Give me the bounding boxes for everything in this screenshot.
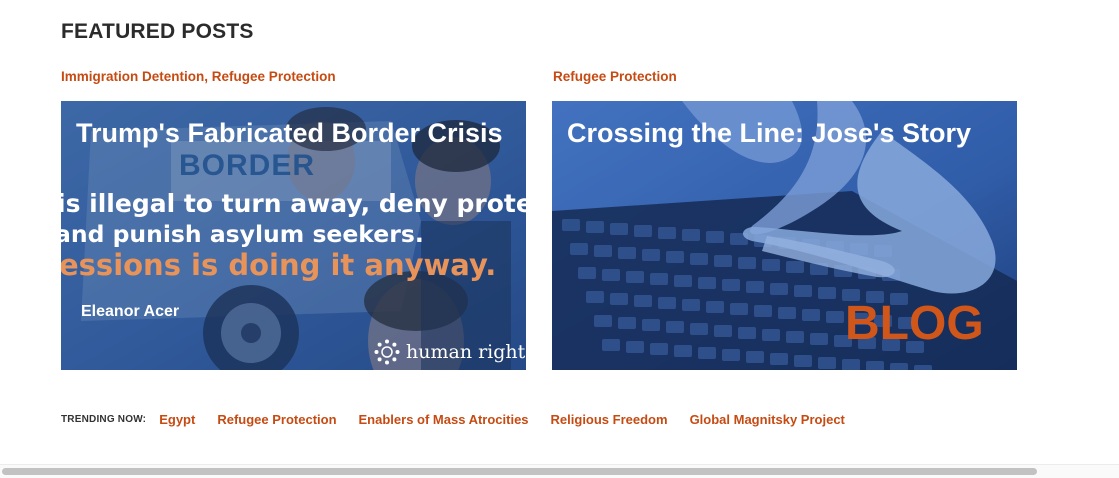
- post-2-categories: Refugee Protection: [553, 69, 677, 84]
- section-title: FEATURED POSTS: [61, 20, 254, 43]
- trending-link-enablers-of-mass-atrocities[interactable]: Enablers of Mass Atrocities: [359, 412, 529, 427]
- trending-bar: TRENDING NOW: Egypt Refugee Protection E…: [61, 412, 867, 427]
- category-link-refugee-protection-2[interactable]: Refugee Protection: [553, 69, 677, 84]
- post-1-author: Eleanor Acer: [81, 303, 180, 320]
- post-1-categories: Immigration Detention, Refugee Protectio…: [61, 69, 336, 84]
- sunburst-icon: [374, 339, 400, 365]
- category-link-immigration-detention[interactable]: Immigration Detention: [61, 69, 204, 84]
- horizontal-scrollbar[interactable]: [0, 464, 1119, 478]
- blog-badge: BLOG: [845, 297, 984, 350]
- scrollbar-thumb[interactable]: [2, 468, 1037, 475]
- human-rights-first-logo: human rights: [374, 339, 526, 365]
- category-separator: ,: [204, 69, 209, 84]
- trending-link-global-magnitsky-project[interactable]: Global Magnitsky Project: [690, 412, 845, 427]
- page: FEATURED POSTS Immigration Detention, Re…: [0, 0, 1119, 478]
- trending-link-religious-freedom[interactable]: Religious Freedom: [551, 412, 668, 427]
- border-sign-text: BORDER: [179, 149, 316, 182]
- quote-line-1: is illegal to turn away, deny protection: [61, 189, 526, 218]
- brand-text: human rights: [406, 341, 526, 363]
- post-1-title[interactable]: Trump's Fabricated Border Crisis: [76, 115, 512, 151]
- post-2-title[interactable]: Crossing the Line: Jose's Story: [567, 115, 1003, 151]
- quote-line-3: essions is doing it anyway.: [61, 248, 497, 282]
- trending-link-egypt[interactable]: Egypt: [159, 412, 195, 427]
- featured-post-card-1[interactable]: BORDER Trump's Fabricated Border Crisis …: [61, 101, 526, 370]
- trending-link-refugee-protection[interactable]: Refugee Protection: [217, 412, 336, 427]
- trending-label: TRENDING NOW:: [61, 414, 147, 425]
- quote-line-2: and punish asylum seekers.: [61, 220, 424, 248]
- category-link-refugee-protection[interactable]: Refugee Protection: [212, 69, 336, 84]
- featured-post-card-2[interactable]: Crossing the Line: Jose's Story BLOG: [552, 101, 1017, 370]
